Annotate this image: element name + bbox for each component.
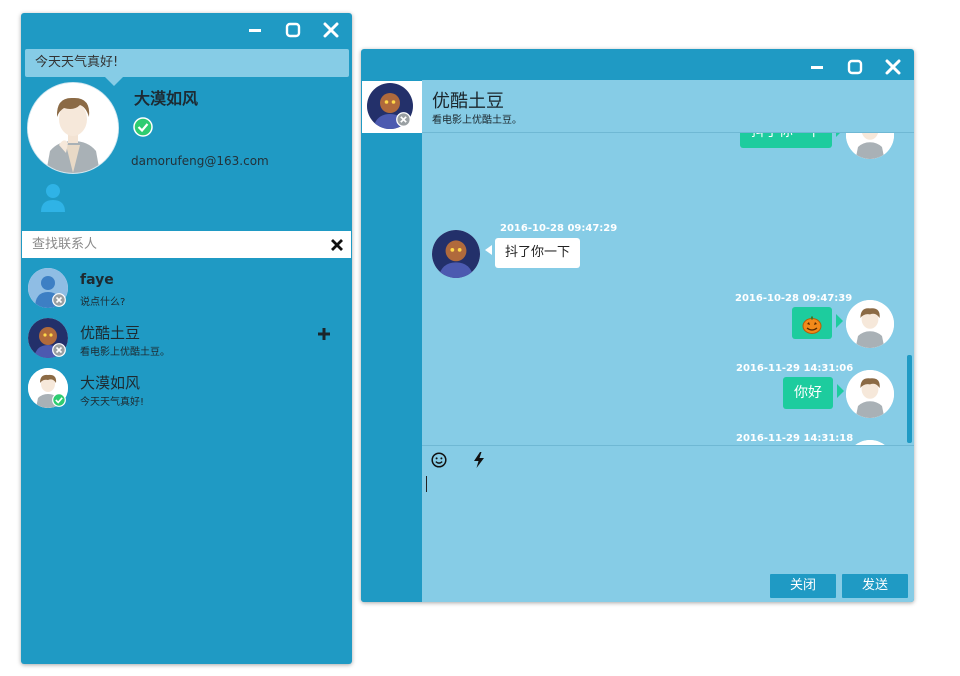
send-button[interactable]: 发送 <box>842 574 908 598</box>
chat-contact-name: 优酷土豆 <box>432 91 504 112</box>
offline-badge-icon <box>396 112 411 131</box>
outgoing-message <box>792 307 843 339</box>
message-timestamp: 2016-10-28 09:47:39 <box>735 293 853 304</box>
incoming-message: 抖了你一下 <box>484 238 581 268</box>
emoji-icon[interactable] <box>431 452 447 472</box>
online-status-icon <box>133 117 153 141</box>
status-message[interactable]: 今天天气真好! <box>25 49 349 86</box>
pumpkin-emoji-icon <box>802 314 822 346</box>
search-input[interactable] <box>22 231 323 258</box>
chat-contact-signature: 看电影上优酷土豆。 <box>432 115 522 126</box>
message-timestamp: 2016-10-28 09:47:29 <box>500 223 618 234</box>
maximize-icon[interactable] <box>846 58 864 76</box>
list-item[interactable]: 优酷土豆 看电影上优酷土豆。 <box>21 316 352 366</box>
chat-window: 优酷土豆 看电影上优酷土豆。 抖了你一下 2016-10-28 09:47:29… <box>361 49 914 602</box>
message-timestamp: 2016-11-29 14:31:06 <box>736 363 854 374</box>
contact-name: 优酷土豆 <box>80 324 141 342</box>
list-item[interactable]: faye 说点什么? <box>21 266 352 316</box>
contact-list: faye 说点什么? 优酷土豆 看电影上优酷土豆。 大漠如风 今天天气真好! <box>21 266 352 416</box>
list-item[interactable]: 大漠如风 今天天气真好! <box>21 366 352 416</box>
profile-avatar[interactable] <box>27 82 119 174</box>
profile-email: damorufeng@163.com <box>131 154 269 168</box>
chat-session-list <box>361 80 422 602</box>
online-badge-icon <box>52 392 66 411</box>
avatar <box>846 133 894 159</box>
message-timestamp: 2016-11-29 14:31:18 <box>736 433 854 444</box>
contact-signature: 今天天气真好! <box>80 397 145 408</box>
message-input[interactable] <box>426 476 427 492</box>
message-scrollbar[interactable] <box>907 355 912 443</box>
close-button[interactable]: 关闭 <box>770 574 836 598</box>
person-icon[interactable] <box>40 183 66 217</box>
close-icon[interactable] <box>884 58 902 76</box>
message-history[interactable]: 抖了你一下 2016-10-28 09:47:29 抖了你一下 2016-10-… <box>422 133 914 445</box>
outgoing-message: 抖了你一下 <box>740 133 843 148</box>
avatar <box>846 370 894 418</box>
offline-badge-icon <box>52 292 66 311</box>
close-icon[interactable] <box>322 21 340 39</box>
avatar <box>846 300 894 348</box>
minimize-icon[interactable] <box>246 21 264 39</box>
chat-session-item[interactable] <box>362 81 422 133</box>
message-compose: 关闭 发送 <box>422 445 914 602</box>
contact-name: faye <box>80 272 114 288</box>
contact-signature: 说点什么? <box>80 297 126 308</box>
window-controls <box>246 21 340 39</box>
maximize-icon[interactable] <box>284 21 302 39</box>
clear-search-icon[interactable] <box>323 238 351 251</box>
avatar <box>432 230 480 278</box>
contacts-window: 今天天气真好! 大漠如风 damorufeng@163.com 查找联系人 fa… <box>21 13 352 664</box>
shake-icon[interactable] <box>473 452 485 472</box>
outgoing-message: 你好 <box>783 377 844 409</box>
contact-name: 大漠如风 <box>80 374 141 392</box>
contact-search <box>22 231 351 258</box>
minimize-icon[interactable] <box>808 58 826 76</box>
profile-name: 大漠如风 <box>134 89 199 108</box>
chat-header: 优酷土豆 看电影上优酷土豆。 <box>422 80 914 133</box>
offline-badge-icon <box>52 342 66 361</box>
contact-signature: 看电影上优酷土豆。 <box>80 347 170 358</box>
window-controls <box>808 58 902 76</box>
add-contact-icon[interactable] <box>317 326 331 345</box>
